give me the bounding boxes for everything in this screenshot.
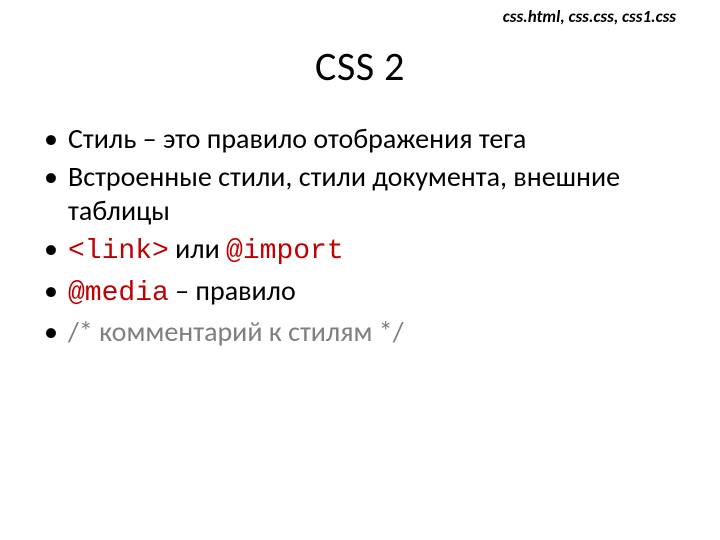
- bullet-text: Встроенные стили, стили документа, внешн…: [68, 159, 620, 228]
- bullet-comment: /* комментарий к стилям */: [68, 314, 404, 349]
- list-item: Стиль – это правило отображения тега: [38, 122, 682, 156]
- list-item: /* комментарий к стилям */: [38, 315, 682, 349]
- slide-title: CSS 2: [0, 42, 720, 91]
- bullet-text: Стиль – это правило отображения тега: [68, 121, 526, 156]
- list-item: <link> или @import: [38, 232, 682, 269]
- bullet-text: или: [169, 231, 226, 266]
- bullet-list: Стиль – это правило отображения тега Вст…: [38, 122, 682, 349]
- list-item: @media – правило: [38, 274, 682, 311]
- bullet-text: – правило: [169, 273, 296, 308]
- list-item: Встроенные стили, стили документа, внешн…: [38, 160, 682, 228]
- code-link-tag: <link>: [68, 236, 169, 267]
- code-media: @media: [68, 278, 169, 309]
- code-import: @import: [226, 236, 344, 267]
- slide-body: Стиль – это правило отображения тега Вст…: [38, 122, 682, 353]
- filenames-note: css.html, css.css, css1.css: [503, 6, 676, 27]
- slide: css.html, css.css, css1.css CSS 2 Стиль …: [0, 0, 720, 540]
